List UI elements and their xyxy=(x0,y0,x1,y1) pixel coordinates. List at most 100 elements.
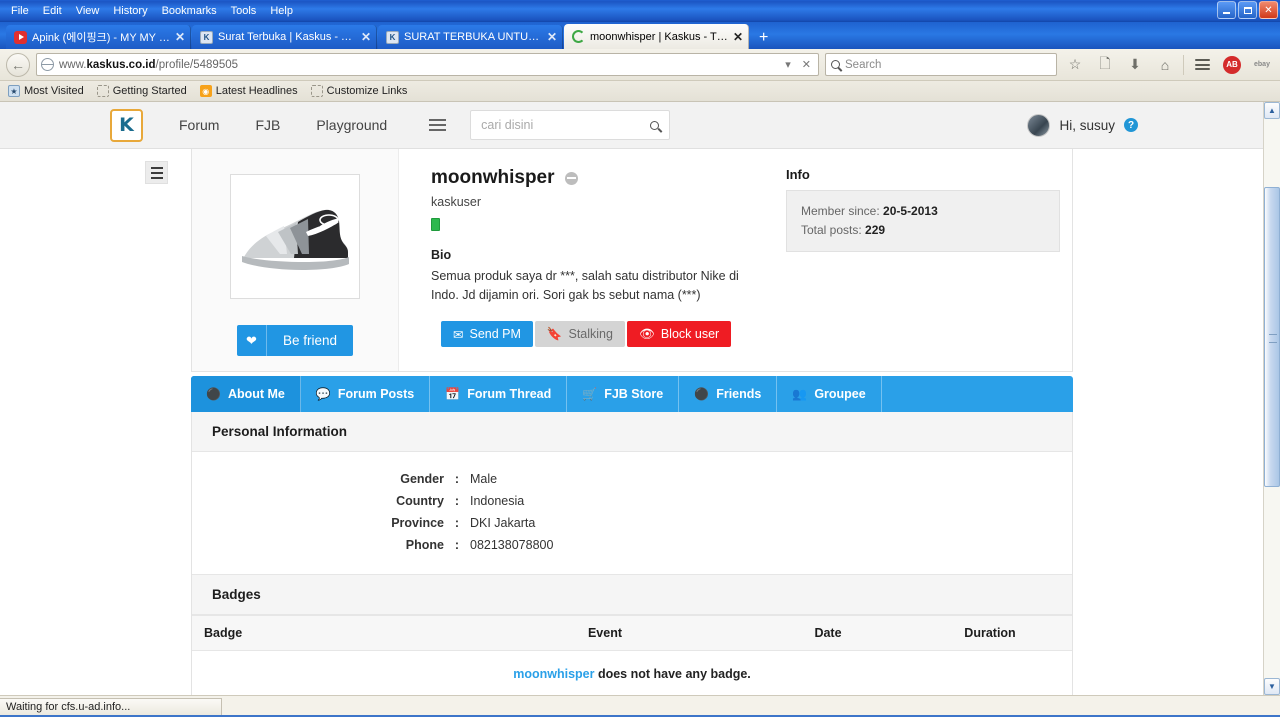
bookmark-latest-headlines[interactable]: ◉ Latest Headlines xyxy=(199,85,298,97)
field-colon: : xyxy=(454,538,460,552)
downloads-icon[interactable]: ⬇ xyxy=(1123,53,1147,77)
scroll-up-icon[interactable]: ▲ xyxy=(1264,102,1280,119)
menu-hamburger-icon[interactable] xyxy=(1190,53,1214,77)
total-posts-label: Total posts: xyxy=(801,223,862,237)
browser-tab[interactable]: Apink (에이핑크) - MY MY - Y... ✕ xyxy=(6,25,191,49)
field-value: Indonesia xyxy=(470,494,525,508)
site-header: K Forum FJB Playground cari disini Hi, s… xyxy=(0,102,1263,149)
home-icon[interactable]: ⌂ xyxy=(1153,53,1177,77)
menu-file[interactable]: File xyxy=(4,2,36,20)
search-icon[interactable] xyxy=(650,120,660,130)
site-nav-fjb[interactable]: FJB xyxy=(255,117,280,133)
close-button[interactable]: ✕ xyxy=(1259,1,1278,19)
table-row: moonwhisper does not have any badge. xyxy=(192,651,1072,696)
tab-forum-posts[interactable]: 💬 Forum Posts xyxy=(301,376,431,412)
adblock-extension-icon[interactable]: AB xyxy=(1220,53,1244,77)
bookmark-getting-started[interactable]: Getting Started xyxy=(96,85,187,97)
browser-tab[interactable]: K SURAT TERBUKA UNTUK ID M... ✕ xyxy=(378,25,563,49)
url-bar[interactable]: www.kaskus.co.id/profile/5489505 ▾ ✕ xyxy=(36,53,819,76)
menu-view[interactable]: View xyxy=(69,2,107,20)
table-row: Gender : Male xyxy=(192,472,1072,486)
profile-username: moonwhisper xyxy=(431,167,555,188)
avatar[interactable] xyxy=(1027,113,1051,137)
tab-fjb-store[interactable]: 🛒 FJB Store xyxy=(567,376,680,412)
loading-spinner-icon xyxy=(572,30,585,43)
field-colon: : xyxy=(454,516,460,530)
kaskus-logo-icon[interactable]: K xyxy=(110,108,143,142)
field-colon: : xyxy=(454,472,460,486)
eye-slash-icon: 👁 xyxy=(638,326,655,341)
stop-icon[interactable]: ✕ xyxy=(799,58,814,71)
scrollbar-thumb[interactable] xyxy=(1264,187,1280,487)
menu-history[interactable]: History xyxy=(106,2,154,20)
user-pin-icon: ⚫ xyxy=(206,387,221,401)
menu-tools[interactable]: Tools xyxy=(224,2,264,20)
profile-photo[interactable] xyxy=(230,174,360,299)
tab-about-me[interactable]: ⚫ About Me xyxy=(191,376,301,412)
bookmark-customize-links[interactable]: Customize Links xyxy=(310,85,407,97)
close-icon[interactable]: ✕ xyxy=(733,30,743,44)
scrollbar-track[interactable] xyxy=(1264,119,1280,678)
globe-icon xyxy=(41,58,54,71)
be-friend-button[interactable]: ❤ Be friend xyxy=(236,325,354,356)
scroll-down-icon[interactable]: ▼ xyxy=(1264,678,1280,695)
tab-forum-thread[interactable]: 📅 Forum Thread xyxy=(430,376,568,412)
reader-list-icon[interactable]: 🗋 xyxy=(1093,53,1117,77)
block-user-button[interactable]: 👁 Block user xyxy=(626,321,732,347)
search-input[interactable]: Search xyxy=(825,53,1057,76)
field-colon: : xyxy=(454,494,460,508)
total-posts-row: Total posts: 229 xyxy=(801,221,1045,240)
profile-action-buttons: ✉ Send PM 🔖 Stalking 👁 Block user xyxy=(441,321,732,347)
site-nav-playground[interactable]: Playground xyxy=(316,117,387,133)
badges-title: Badges xyxy=(192,574,1072,615)
user-area[interactable]: Hi, susuy ? xyxy=(1027,113,1138,137)
tab-label: Groupee xyxy=(814,387,866,401)
page-content: K Forum FJB Playground cari disini Hi, s… xyxy=(0,102,1263,695)
chevron-down-icon[interactable]: ▾ xyxy=(782,58,794,71)
heart-icon: ❤ xyxy=(237,325,267,356)
table-row: Province : DKI Jakarta xyxy=(192,516,1072,530)
profile-main-column: moonwhisper kaskuser Bio Semua produk sa… xyxy=(399,149,1072,371)
column-event: Event xyxy=(462,615,748,651)
rss-feed-icon: ◉ xyxy=(199,85,212,97)
send-pm-button[interactable]: ✉ Send PM xyxy=(441,321,533,347)
menu-bookmarks[interactable]: Bookmarks xyxy=(155,2,224,20)
new-tab-button[interactable]: + xyxy=(750,30,777,49)
minimize-button[interactable] xyxy=(1217,1,1236,19)
bookmark-star-icon[interactable]: ☆ xyxy=(1063,53,1087,77)
close-icon[interactable]: ✕ xyxy=(361,30,371,44)
ebay-extension-icon[interactable]: ebay xyxy=(1250,53,1274,77)
personal-information-title: Personal Information xyxy=(192,412,1072,452)
group-icon: 👥 xyxy=(792,387,808,401)
site-menu-hamburger-icon[interactable] xyxy=(429,119,447,131)
sneaker-image xyxy=(242,209,349,270)
tab-friends[interactable]: ⚫ Friends xyxy=(679,376,778,412)
tab-groupee[interactable]: 👥 Groupee xyxy=(777,376,882,412)
stalking-button[interactable]: 🔖 Stalking xyxy=(534,321,625,347)
site-search-input[interactable]: cari disini xyxy=(470,110,671,140)
user-greeting[interactable]: Hi, susuy xyxy=(1059,118,1115,133)
site-nav-forum[interactable]: Forum xyxy=(179,117,219,133)
field-label: Phone xyxy=(405,538,444,552)
bookmark-most-visited[interactable]: ★ Most Visited xyxy=(8,85,84,97)
customize-links-icon xyxy=(310,85,323,97)
close-icon[interactable]: ✕ xyxy=(547,30,557,44)
close-icon[interactable]: ✕ xyxy=(175,30,185,44)
page-scrollbar[interactable]: ▲ ▼ xyxy=(1263,102,1280,695)
menu-edit[interactable]: Edit xyxy=(36,2,69,20)
badge-user-link[interactable]: moonwhisper xyxy=(513,667,594,681)
sidebar-toggle-hamburger-icon[interactable] xyxy=(145,161,168,184)
total-posts-value: 229 xyxy=(865,223,886,237)
bookmarks-toolbar: ★ Most Visited Getting Started ◉ Latest … xyxy=(0,81,1280,102)
window-titlebar: File Edit View History Bookmarks Tools H… xyxy=(0,0,1280,22)
help-icon[interactable]: ? xyxy=(1124,118,1138,132)
send-pm-label: Send PM xyxy=(469,327,521,341)
bookmark-label: Latest Headlines xyxy=(215,85,298,97)
browser-tab-active[interactable]: moonwhisper | Kaskus - The L... ✕ xyxy=(564,24,749,49)
back-button[interactable]: ← xyxy=(6,52,30,77)
browser-tab[interactable]: K Surat Terbuka | Kaskus - The ... ✕ xyxy=(192,25,377,49)
menu-help[interactable]: Help xyxy=(263,2,300,20)
field-label: Province xyxy=(391,516,444,530)
search-icon xyxy=(831,60,840,69)
maximize-button[interactable] xyxy=(1238,1,1257,19)
